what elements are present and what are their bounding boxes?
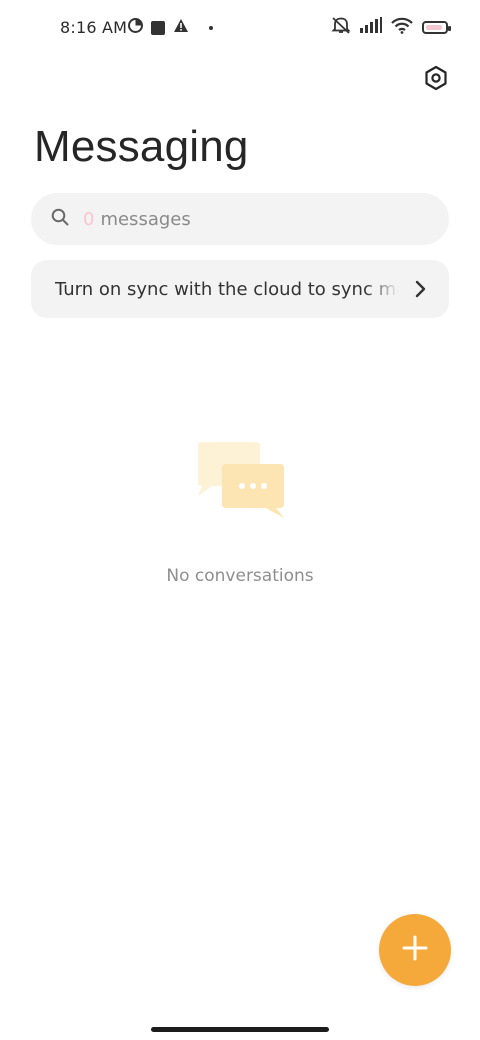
battery-level [426,24,442,30]
plus-icon [401,934,429,966]
sync-banner-text: Turn on sync with the cloud to sync mess… [55,278,399,300]
status-bar: 8:16 AM [0,0,480,56]
status-right-icons [331,16,451,38]
pie-chart-icon [128,18,143,37]
search-placeholder: 0 messages [83,209,191,230]
page-title: Messaging [34,122,249,171]
signal-icon [360,17,382,37]
settings-button[interactable] [418,62,454,98]
chat-bubbles-icon [196,440,286,520]
battery-icon [422,20,451,34]
square-icon [151,20,165,35]
settings-hex-icon [424,65,448,95]
status-left-icons [128,18,213,37]
search-count: 0 [83,208,95,230]
empty-state-text: No conversations [166,566,314,586]
sync-banner[interactable]: Turn on sync with the cloud to sync mess… [31,260,449,318]
wifi-icon [391,17,413,38]
chevron-right-icon [411,280,429,298]
status-time: 8:16 AM [60,18,128,37]
search-icon [51,208,69,230]
home-indicator[interactable] [151,1027,329,1032]
mute-icon [331,16,351,38]
search-label: messages [100,208,191,230]
dot-icon [209,25,213,30]
new-conversation-button[interactable] [379,914,451,986]
warning-icon [173,18,189,37]
search-input[interactable]: 0 messages [31,193,449,245]
